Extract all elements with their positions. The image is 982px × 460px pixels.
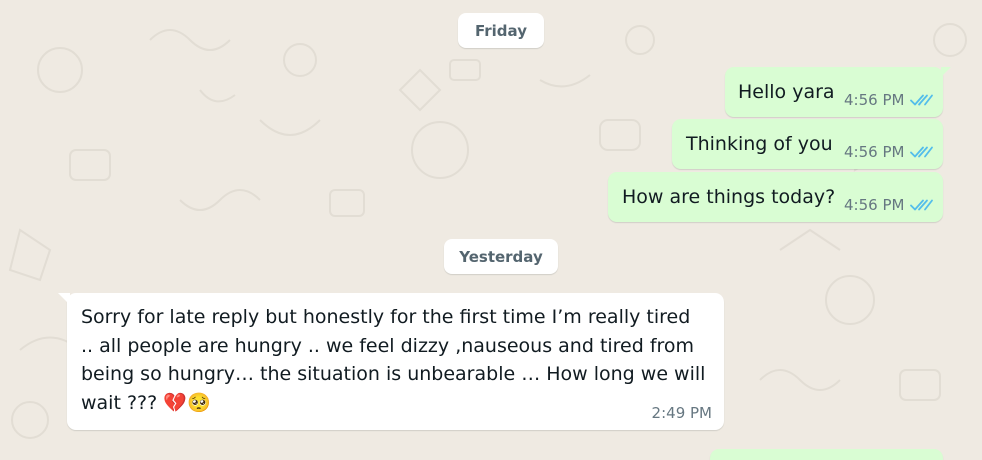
date-separator-yesterday: Yesterday <box>444 239 558 274</box>
incoming-message[interactable]: Sorry for late reply but honestly for th… <box>58 293 724 430</box>
bubble-tail <box>941 67 951 77</box>
message-time: 2:49 PM <box>651 404 712 422</box>
message-time: 4:56 PM <box>844 143 905 161</box>
bubble-tail <box>58 293 70 305</box>
message-meta: 4:56 PM <box>844 196 934 214</box>
date-separator-label: Yesterday <box>459 247 543 266</box>
pleading-face-emoji: 🥺 <box>186 391 211 414</box>
message-body: Sorry for late reply but honestly for th… <box>81 303 706 417</box>
message-text: How are things today? <box>622 186 836 208</box>
date-separator-friday: Friday <box>458 13 544 48</box>
outgoing-message[interactable]: Hello yara 4:56 PM <box>725 67 951 117</box>
outgoing-message-partial[interactable] <box>710 449 943 460</box>
message-time: 4:56 PM <box>844 91 905 109</box>
message-meta: 4:56 PM <box>844 143 934 161</box>
message-meta: 4:56 PM <box>844 91 934 109</box>
double-check-icon <box>910 94 934 106</box>
broken-heart-emoji: 💔 <box>163 391 187 414</box>
message-time: 4:56 PM <box>844 196 905 214</box>
outgoing-message[interactable]: How are things today? 4:56 PM <box>608 172 943 222</box>
message-meta: 2:49 PM <box>652 404 712 422</box>
double-check-icon <box>910 146 934 158</box>
date-separator-label: Friday <box>474 21 527 40</box>
double-check-icon <box>910 199 934 211</box>
message-text: Thinking of you <box>686 133 833 155</box>
message-text: Hello yara <box>738 81 835 103</box>
outgoing-message[interactable]: Thinking of you 4:56 PM <box>672 119 943 169</box>
